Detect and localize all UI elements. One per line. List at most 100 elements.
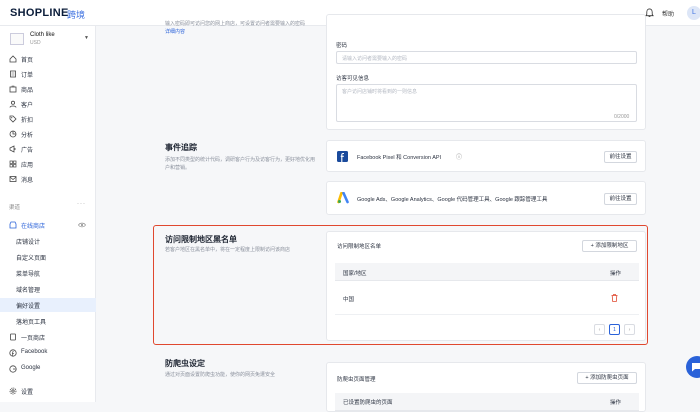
anti-crawler-desc: 通过对页面设置防爬虫功能，使你的网页免遭安全 (165, 372, 276, 378)
col-page: 已设置防爬虫的页面 (343, 400, 393, 406)
sidebar-item-messages[interactable]: 消息 (0, 172, 96, 186)
table-row: 中国 (335, 281, 639, 315)
sidebar-item-google[interactable]: Google (0, 362, 96, 376)
avatar[interactable]: L (687, 6, 700, 20)
sidebar-item-products[interactable]: 商品 (0, 82, 96, 96)
shopline-logo[interactable]: SHOPLINE (10, 7, 69, 19)
facebook-pixel-label: Facebook Pixel 和 Conversion API (357, 155, 442, 161)
more-icon[interactable]: ··· (77, 201, 86, 207)
discount-icon (9, 115, 17, 123)
store-icon (9, 221, 17, 229)
anti-crawler-title: 防爬虫设定 (165, 359, 205, 368)
sidebar-item-label: 落地页工具 (16, 320, 47, 326)
anti-crawler-card: 防爬虫页面管理 + 添加防爬虫页面 已设置防爬虫的页面 操作 (326, 362, 646, 412)
sidebar-item-label: 首页 (21, 58, 34, 64)
store-thumbnail (10, 33, 24, 45)
sidebar-subitem-menu-nav[interactable]: 菜单导航 (0, 266, 96, 280)
password-input[interactable]: 请输入访问者需要输入的密码 (336, 51, 637, 64)
sidebar-item-label: Google (21, 365, 41, 371)
anti-crawler-card-title: 防爬虫页面管理 (337, 377, 376, 383)
sidebar-subitem-domains[interactable]: 域名管理 (0, 282, 96, 296)
chat-icon (692, 363, 700, 372)
sidebar-item-label: 广告 (21, 148, 34, 154)
facebook-icon (337, 151, 348, 162)
sidebar-item-ads[interactable]: 广告 (0, 142, 96, 156)
region-blacklist-title: 访问限制地区黑名单 (165, 235, 237, 244)
product-icon (9, 85, 17, 93)
info-icon[interactable]: ⓘ (456, 152, 462, 161)
pager-page-1[interactable]: 1 (609, 324, 620, 335)
event-tracking-title: 事件追踪 (165, 143, 197, 152)
sidebar-item-label: 分析 (21, 133, 34, 139)
sidebar-item-orders[interactable]: 订单 (0, 67, 96, 81)
store-switcher[interactable]: Cloth like USD ▼ (10, 30, 90, 50)
sidebar-item-label: 自定义页面 (16, 256, 47, 262)
one-page-icon (10, 333, 16, 341)
event-tracking-desc: 添加不同类型的统计代码，调研客户行为及访客行为，更好地优化用户和营销。 (165, 157, 316, 171)
char-counter: 0/2000 (614, 114, 630, 120)
sidebar-item-label: 应用 (21, 163, 34, 169)
col-region: 国家/地区 (343, 271, 367, 277)
sidebar-item-one-page-store[interactable]: 一页商店 (0, 330, 96, 344)
analytics-icon (9, 130, 17, 138)
sidebar: Cloth like USD ▼ 首页 订单 商品 客户 折扣 分析 广告 应用… (0, 26, 96, 402)
password-section-desc: 输入密码即可访问您的网上商店，可设置访问者需要输入的密码 (165, 21, 306, 27)
sidebar-item-label: 折扣 (21, 118, 34, 124)
sidebar-item-label: 一页商店 (21, 336, 46, 342)
sidebar-item-facebook[interactable]: Facebook (0, 346, 96, 360)
channels-label: 渠道 (9, 205, 21, 211)
password-placeholder: 请输入访问者需要输入的密码 (342, 56, 408, 62)
message-label: 访客可见信息 (336, 76, 370, 82)
sidebar-subitem-custom-pages[interactable]: 自定义页面 (0, 250, 96, 264)
ads-icon (9, 145, 16, 153)
region-blacklist-card: 访问限制地区名单 + 添加限制地区 国家/地区 操作 中国 ‹ 1 › (326, 231, 646, 341)
sidebar-subitem-landing-tool[interactable]: 落地页工具 (0, 314, 96, 328)
sidebar-item-label: 店铺设计 (16, 240, 41, 246)
message-icon (9, 176, 17, 182)
google-icon (9, 365, 17, 373)
caret-down-icon: ▼ (84, 35, 89, 41)
pager-prev-button[interactable]: ‹ (594, 324, 605, 335)
add-anti-crawler-button[interactable]: + 添加防爬虫页面 (577, 372, 637, 384)
details-link[interactable]: 详细内容 (165, 28, 185, 36)
message-textarea[interactable]: 客户访问店铺时将看到的一则信息 0/2000 (336, 84, 637, 122)
sidebar-subitem-store-design[interactable]: 店铺设计 (0, 234, 96, 248)
sidebar-item-label: 订单 (21, 73, 34, 79)
sidebar-item-label: 菜单导航 (16, 272, 41, 278)
sidebar-item-apps[interactable]: 应用 (0, 157, 96, 171)
sidebar-item-label: 商品 (21, 88, 34, 94)
pager-next-button[interactable]: › (624, 324, 635, 335)
sidebar-item-label: 在线商店 (21, 224, 46, 230)
sidebar-item-label: 设置 (21, 390, 34, 396)
sidebar-item-label: Facebook (21, 349, 48, 355)
chat-support-button[interactable] (686, 356, 700, 378)
sidebar-item-home[interactable]: 首页 (0, 52, 96, 66)
sidebar-item-discounts[interactable]: 折扣 (0, 112, 96, 126)
sidebar-item-settings[interactable]: 设置 (0, 384, 96, 398)
customer-icon (9, 100, 17, 108)
google-tracking-card: Google Ads、Google Analytics、Google 代码管理工… (326, 181, 646, 215)
region-blacklist-desc: 若客户地区在黑名单中，将在一定程度上限制访问该商店 (165, 247, 291, 253)
eye-icon[interactable] (78, 222, 86, 228)
region-list-title: 访问限制地区名单 (337, 244, 382, 250)
order-icon (10, 70, 16, 78)
help-link[interactable]: 帮助 (662, 9, 674, 18)
sidebar-item-online-store[interactable]: 在线商店 (0, 218, 96, 232)
sidebar-subitem-preferences[interactable]: 偏好设置 (0, 298, 96, 312)
col-action: 操作 (610, 271, 622, 277)
bell-icon[interactable] (645, 8, 654, 18)
sidebar-item-label: 消息 (21, 178, 34, 184)
home-icon (9, 55, 17, 63)
sidebar-item-analytics[interactable]: 分析 (0, 127, 96, 141)
store-name: Cloth like (30, 32, 55, 38)
anti-crawler-table-header: 已设置防爬虫的页面 操作 (335, 393, 639, 411)
sidebar-item-label: 客户 (21, 103, 34, 109)
region-table-header: 国家/地区 操作 (335, 263, 639, 281)
sidebar-item-label: 域名管理 (16, 288, 41, 294)
add-region-button[interactable]: + 添加限制地区 (582, 240, 637, 252)
facebook-pixel-card: Facebook Pixel 和 Conversion API ⓘ 前往设置 (326, 140, 646, 172)
google-settings-button[interactable]: 前往设置 (604, 193, 637, 205)
sidebar-item-customers[interactable]: 客户 (0, 97, 96, 111)
trash-icon[interactable] (611, 294, 618, 302)
facebook-settings-button[interactable]: 前往设置 (604, 151, 637, 163)
